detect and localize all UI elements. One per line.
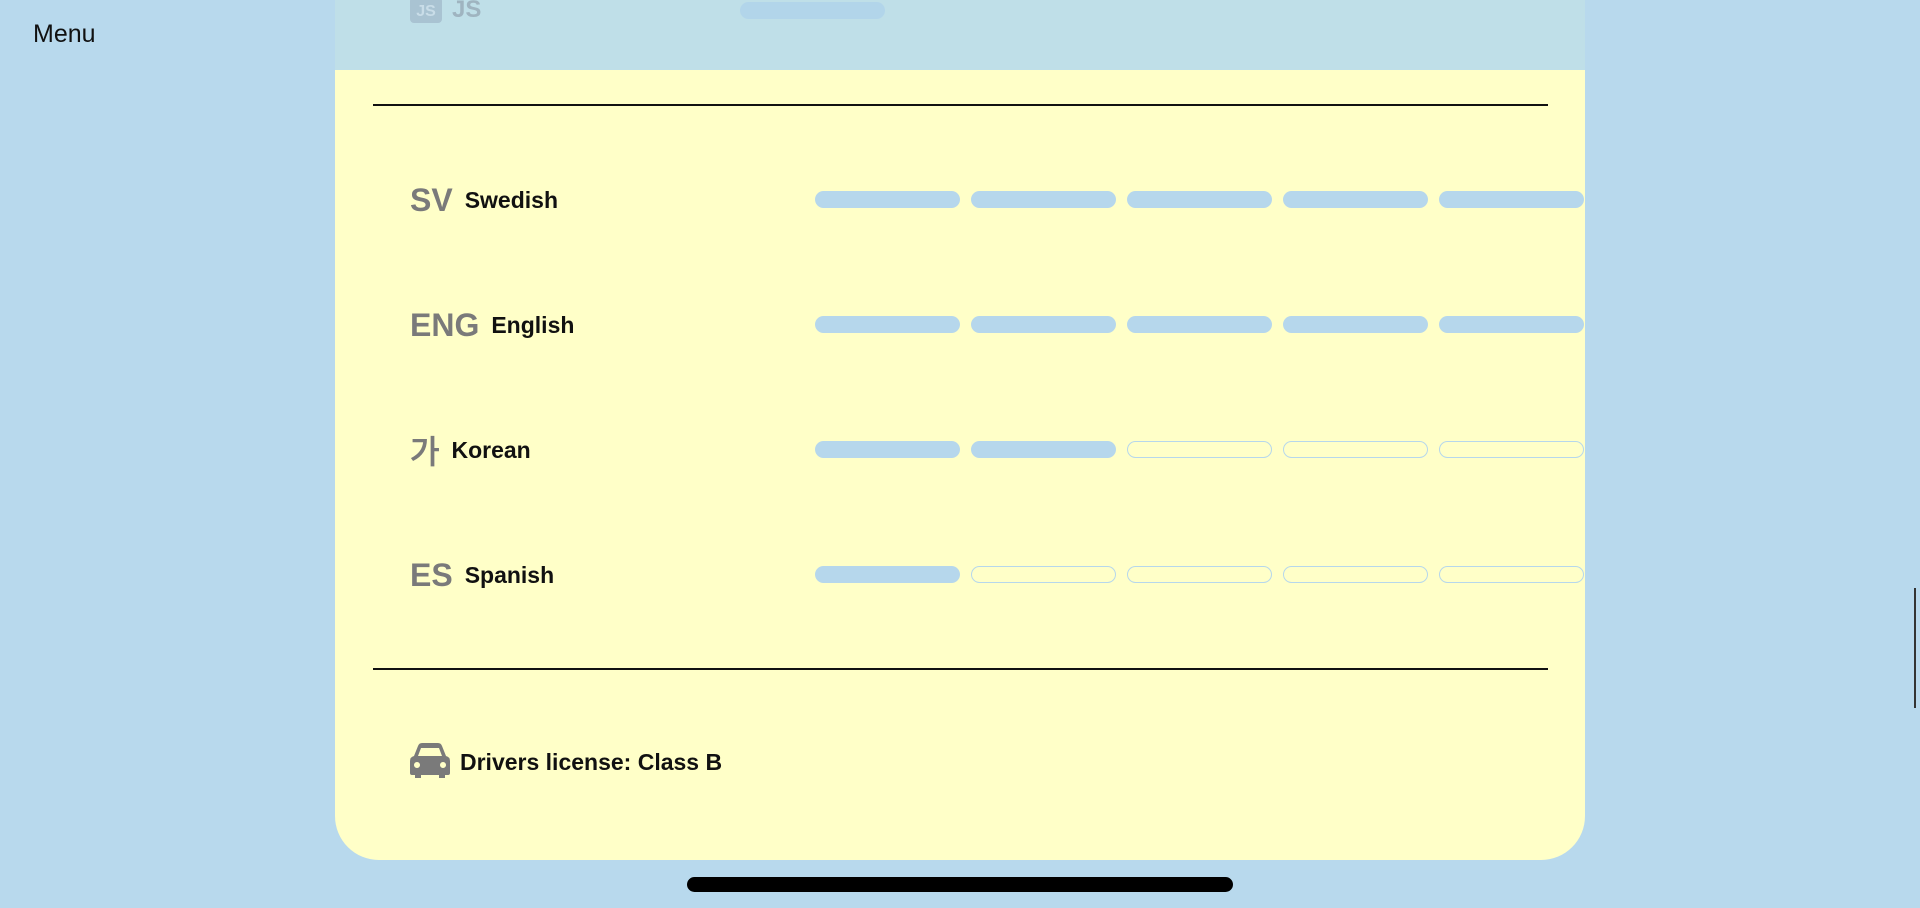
language-name: Swedish: [464, 186, 558, 213]
proficiency-bar-filled: [815, 566, 960, 583]
language-label: 가 Korean: [410, 430, 531, 470]
drivers-license: Drivers license: Class B: [410, 742, 722, 783]
language-code: 가: [410, 434, 440, 470]
proficiency-bar-filled: [1127, 316, 1272, 333]
proficiency-bar-empty: [1439, 441, 1584, 458]
proficiency-bar-filled: [971, 316, 1116, 333]
language-name: Korean: [451, 436, 531, 463]
language-code: SV: [410, 181, 453, 218]
proficiency-bar-filled: [815, 441, 960, 458]
proficiency-bar-empty: [1439, 566, 1584, 583]
proficiency-bar-filled: [1439, 316, 1584, 333]
car-icon: [410, 742, 450, 783]
language-row: SV Swedish: [410, 180, 1584, 220]
proficiency-bar-filled: [815, 316, 960, 333]
top-fade-overlay: JS JS: [335, 0, 1585, 70]
skill-level-bar: [740, 2, 885, 19]
divider-top: [373, 104, 1548, 106]
proficiency-bar-empty: [1127, 566, 1272, 583]
language-label: ENG English: [410, 305, 574, 345]
proficiency-bar-filled: [815, 191, 960, 208]
proficiency-bar-filled: [1127, 191, 1272, 208]
language-label: SV Swedish: [410, 180, 558, 220]
proficiency-bar-filled: [971, 441, 1116, 458]
skill-code: JS: [452, 0, 482, 23]
language-row: 가 Korean: [410, 430, 1584, 470]
proficiency-bar-empty: [971, 566, 1116, 583]
proficiency-bar-empty: [1127, 441, 1272, 458]
language-row: ENG English: [410, 305, 1584, 345]
proficiency-bar-filled: [971, 191, 1116, 208]
language-name: English: [491, 311, 575, 338]
menu-button[interactable]: Menu: [33, 20, 96, 49]
resume-card: JS JS SV Swedish ENG English 가 Korean ES Spanis…: [335, 0, 1585, 860]
proficiency-bars: [815, 566, 1584, 583]
language-name: Spanish: [464, 561, 555, 588]
proficiency-bars: [815, 316, 1584, 333]
proficiency-bar-filled: [1283, 316, 1428, 333]
language-row: ES Spanish: [410, 555, 1584, 595]
proficiency-bar-filled: [1439, 191, 1584, 208]
proficiency-bar-filled: [1283, 191, 1428, 208]
language-code: ES: [410, 556, 453, 593]
home-indicator: [687, 877, 1233, 892]
proficiency-bars: [815, 191, 1584, 208]
proficiency-bar-empty: [1283, 566, 1428, 583]
language-code: ENG: [410, 306, 480, 343]
scrollbar-thumb[interactable]: [1914, 588, 1916, 708]
license-text: Drivers license: Class B: [460, 749, 723, 775]
js-logo-icon: JS: [410, 0, 442, 23]
proficiency-bars: [815, 441, 1584, 458]
skill-row-js: JS JS: [410, 0, 481, 24]
proficiency-bar-empty: [1283, 441, 1428, 458]
language-label: ES Spanish: [410, 555, 554, 595]
divider-bottom: [373, 668, 1548, 670]
